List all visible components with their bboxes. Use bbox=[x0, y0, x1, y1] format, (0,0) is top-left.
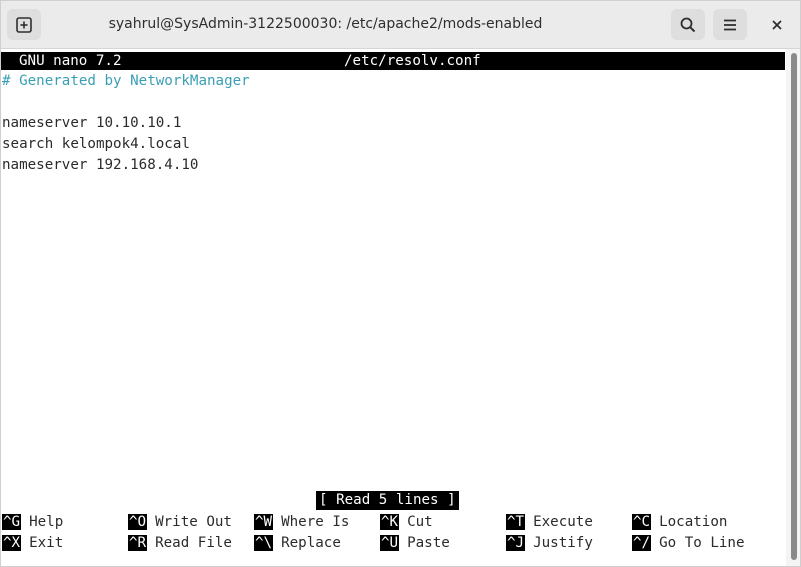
shortcut-label: Go To Line bbox=[659, 535, 745, 551]
shortcut-replace[interactable]: ^\ Replace bbox=[254, 533, 341, 553]
nano-version: GNU nano 7.2 bbox=[19, 53, 122, 69]
new-tab-button[interactable] bbox=[7, 9, 41, 40]
file-line-1: # Generated by NetworkManager bbox=[2, 73, 250, 89]
shortcut-label: Execute bbox=[533, 514, 593, 530]
shortcut-key: ^J bbox=[506, 535, 526, 551]
shortcut-label: Exit bbox=[29, 535, 64, 551]
search-button[interactable] bbox=[671, 9, 705, 40]
shortcut-justify[interactable]: ^J Justify bbox=[506, 533, 593, 553]
shortcut-key: ^X bbox=[2, 535, 22, 551]
search-icon bbox=[680, 17, 696, 32]
shortcut-key: ^O bbox=[128, 514, 148, 530]
new-tab-icon bbox=[16, 16, 32, 33]
shortcut-cut[interactable]: ^K Cut bbox=[380, 512, 433, 532]
terminal-window: syahrul@SysAdmin-3122500030: /etc/apache… bbox=[0, 0, 801, 567]
menu-button[interactable] bbox=[713, 9, 747, 40]
shortcut-help[interactable]: ^G Help bbox=[2, 512, 63, 532]
terminal-content[interactable]: GNU nano 7.2 /etc/resolv.conf # Generate… bbox=[1, 49, 786, 566]
scrollbar-thumb[interactable] bbox=[791, 53, 797, 560]
shortcut-label: Write Out bbox=[155, 514, 232, 530]
shortcut-key: ^K bbox=[380, 514, 400, 530]
shortcut-key: ^U bbox=[380, 535, 400, 551]
nano-header-bar: GNU nano 7.2 /etc/resolv.conf bbox=[1, 52, 785, 70]
file-line-5: nameserver 192.168.4.10 bbox=[2, 157, 199, 173]
file-line-3: nameserver 10.10.10.1 bbox=[2, 115, 182, 131]
shortcut-exit[interactable]: ^X Exit bbox=[2, 533, 63, 553]
close-button[interactable] bbox=[760, 9, 794, 40]
shortcut-label: Replace bbox=[281, 535, 341, 551]
file-line-4: search kelompok4.local bbox=[2, 136, 190, 152]
shortcut-label: Help bbox=[29, 514, 64, 530]
shortcut-key: ^C bbox=[632, 514, 652, 530]
shortcut-location[interactable]: ^C Location bbox=[632, 512, 727, 532]
shortcut-label: Paste bbox=[407, 535, 450, 551]
shortcut-label: Where Is bbox=[281, 514, 350, 530]
shortcut-label: Cut bbox=[407, 514, 433, 530]
shortcut-label: Location bbox=[659, 514, 728, 530]
window-title: syahrul@SysAdmin-3122500030: /etc/apache… bbox=[108, 16, 543, 32]
shortcut-key: ^G bbox=[2, 514, 22, 530]
hamburger-menu-icon bbox=[724, 19, 736, 30]
shortcut-write-out[interactable]: ^O Write Out bbox=[128, 512, 232, 532]
shortcut-key: ^R bbox=[128, 535, 148, 551]
shortcut-label: Justify bbox=[533, 535, 593, 551]
shortcut-key: ^W bbox=[254, 514, 274, 530]
shortcut-paste[interactable]: ^U Paste bbox=[380, 533, 450, 553]
shortcut-go-to-line[interactable]: ^/ Go To Line bbox=[632, 533, 745, 553]
shortcut-read-file[interactable]: ^R Read File bbox=[128, 533, 232, 553]
shortcut-execute[interactable]: ^T Execute bbox=[506, 512, 593, 532]
shortcut-key: ^T bbox=[506, 514, 526, 530]
close-icon bbox=[772, 19, 782, 30]
nano-filename: /etc/resolv.conf bbox=[344, 53, 481, 69]
shortcut-key: ^\ bbox=[254, 535, 274, 551]
shortcut-key: ^/ bbox=[632, 535, 652, 551]
title-bar: syahrul@SysAdmin-3122500030: /etc/apache… bbox=[1, 1, 800, 49]
shortcut-where-is[interactable]: ^W Where Is bbox=[254, 512, 349, 532]
status-message: [ Read 5 lines ] bbox=[316, 491, 459, 510]
shortcut-label: Read File bbox=[155, 535, 232, 551]
